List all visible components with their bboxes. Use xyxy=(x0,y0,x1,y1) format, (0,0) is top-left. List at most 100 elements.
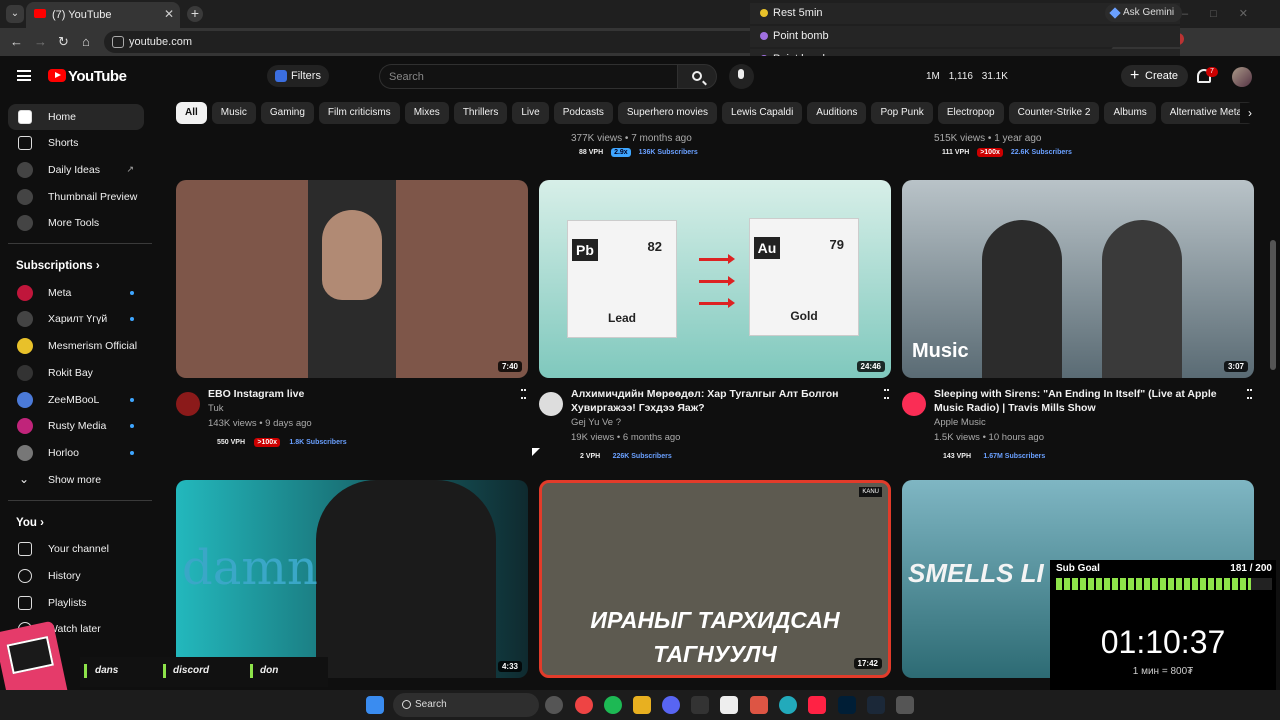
window-controls[interactable]: –□✕ xyxy=(1182,7,1270,20)
sidebar-item-playlists[interactable]: Playlists xyxy=(8,590,144,616)
create-button[interactable]: Create xyxy=(1121,65,1189,87)
sidebar-item-shorts[interactable]: Shorts xyxy=(8,130,144,156)
home-icon[interactable]: ⌂ xyxy=(82,34,90,49)
video-thumbnail[interactable]: KANU ИРАНЫГ ТАРХИДСАН ТАГНУУЛЧ 17:42 xyxy=(539,480,891,678)
sidebar-item-subscription[interactable]: Meta xyxy=(8,280,144,306)
site-info-icon[interactable] xyxy=(112,36,124,48)
windows-start-icon[interactable] xyxy=(366,696,384,714)
more-options-icon[interactable] xyxy=(1247,389,1250,399)
more-options-icon[interactable] xyxy=(521,389,524,399)
obs-icon[interactable] xyxy=(545,696,563,714)
channel-stats: 1M 1,116 31.1K xyxy=(926,71,1014,82)
channel-name[interactable]: Gej Yu Ve ? xyxy=(571,417,621,428)
chip[interactable]: Pop Punk xyxy=(871,102,933,124)
channel-name[interactable]: Tuk xyxy=(208,403,223,414)
taskbar-search[interactable]: Search xyxy=(393,693,539,717)
channel-avatar[interactable] xyxy=(902,392,926,416)
voice-search-button[interactable] xyxy=(729,64,754,89)
chip[interactable]: Live xyxy=(512,102,549,124)
video-thumbnail[interactable]: 7:40 xyxy=(176,180,528,378)
chip[interactable]: Superhero movies xyxy=(617,102,718,124)
chip[interactable]: All xyxy=(176,102,207,124)
chip[interactable]: Film criticisms xyxy=(318,102,400,124)
channel-avatar[interactable] xyxy=(176,392,200,416)
subs-badge: 1.8K Subscribers xyxy=(289,439,347,446)
chevron-right-icon[interactable]: › xyxy=(1240,103,1260,123)
video-thumbnail[interactable]: Pb 82 Lead Au 79 Gold 24:46 xyxy=(539,180,891,378)
sidebar-item-history[interactable]: History xyxy=(8,563,144,589)
video-title[interactable]: EBO Instagram live xyxy=(208,387,508,401)
more-options-icon[interactable] xyxy=(884,389,887,399)
video-title[interactable]: Алхимичдийн Мөрөөдөл: Хар Тугалгыг Алт Б… xyxy=(571,387,871,415)
back-icon[interactable]: ← xyxy=(10,34,23,49)
search-input[interactable]: Search xyxy=(379,64,677,89)
sidebar-item-more-tools[interactable]: More Tools xyxy=(8,210,144,236)
music-icon[interactable] xyxy=(808,696,826,714)
notion-icon[interactable] xyxy=(720,696,738,714)
discord-icon[interactable] xyxy=(662,696,680,714)
video-title[interactable]: Sleeping with Sirens: "An Ending In Itse… xyxy=(934,387,1234,415)
close-tab-icon[interactable]: ✕ xyxy=(164,7,174,21)
chip[interactable]: Gaming xyxy=(260,102,314,124)
sidebar-item-daily-ideas[interactable]: Daily Ideas ↗ xyxy=(8,157,144,183)
video-thumbnail[interactable]: damn 4:33 xyxy=(176,480,528,678)
account-avatar[interactable] xyxy=(1232,67,1252,87)
youtube-wordmark[interactable]: YouTube xyxy=(68,68,127,85)
scrollbar[interactable] xyxy=(1270,240,1276,370)
youtube-favicon-icon xyxy=(34,9,46,18)
channel-avatar[interactable] xyxy=(539,392,563,416)
sidebar-item-subscription[interactable]: ZeeMBooL xyxy=(8,387,144,413)
sidebar-item-subscription[interactable]: Харилт Үгүй xyxy=(8,306,144,332)
app-icon[interactable] xyxy=(750,696,768,714)
sidebar-item-subscription[interactable]: Mesmerism Official xyxy=(8,333,144,359)
sidebar-item-home[interactable]: Home xyxy=(8,104,144,130)
steam-icon[interactable] xyxy=(867,696,885,714)
suggestion-item[interactable]: Point bomb xyxy=(750,26,1180,47)
sidebar-item-subscription[interactable]: Rusty Media xyxy=(8,413,144,439)
video-thumbnail[interactable]: Music 3:07 xyxy=(902,180,1254,378)
chrome-icon[interactable] xyxy=(575,696,593,714)
browser-tab[interactable]: (7) YouTube ✕ xyxy=(26,2,180,28)
search-button[interactable] xyxy=(677,64,717,89)
you-heading[interactable]: You › xyxy=(16,517,44,529)
menu-icon[interactable] xyxy=(17,70,31,81)
channel-name[interactable]: Apple Music xyxy=(934,417,986,428)
sidebar-label: Mesmerism Official xyxy=(48,340,138,352)
show-more-button[interactable]: ⌄ Show more xyxy=(8,467,144,493)
timer-rate: 1 мин = 800₮ xyxy=(1132,666,1194,677)
chip[interactable]: Podcasts xyxy=(553,102,613,124)
chip[interactable]: Auditions xyxy=(807,102,867,124)
chip[interactable]: Mixes xyxy=(404,102,449,124)
photoshop-icon[interactable] xyxy=(838,696,856,714)
create-label: Create xyxy=(1145,70,1179,82)
chip[interactable]: Lewis Capaldi xyxy=(722,102,803,124)
tab-search-button[interactable]: ⌄ xyxy=(6,5,24,23)
app-icon[interactable] xyxy=(779,696,797,714)
sidebar-item-thumbnail-preview[interactable]: Thumbnail Preview xyxy=(8,184,144,210)
ask-gemini-button[interactable]: Ask Gemini xyxy=(1105,4,1183,22)
folder-icon[interactable] xyxy=(633,696,651,714)
chip[interactable]: Electropop xyxy=(937,102,1004,124)
chip[interactable]: Counter-Strike 2 xyxy=(1008,102,1100,124)
tab-title: (7) YouTube xyxy=(52,9,112,21)
duration-badge: 17:42 xyxy=(853,658,882,669)
filters-button[interactable]: Filters xyxy=(267,65,329,87)
video-badges: 143 VPH 1.67M Subscribers xyxy=(940,447,1051,461)
reload-icon[interactable]: ↻ xyxy=(58,34,69,50)
youtube-logo-icon[interactable] xyxy=(48,69,66,82)
subscriptions-heading[interactable]: Subscriptions › xyxy=(16,260,100,272)
sidebar-item-subscription[interactable]: Horloo xyxy=(8,440,144,466)
url-text[interactable]: youtube.com xyxy=(129,36,192,48)
capcut-icon[interactable] xyxy=(691,696,709,714)
new-tab-button[interactable]: + xyxy=(187,6,203,22)
chip[interactable]: Music xyxy=(211,102,256,124)
vph-badge: 143 VPH xyxy=(943,453,972,460)
chip[interactable]: Thrillers xyxy=(453,102,508,124)
chip[interactable]: Albums xyxy=(1104,102,1156,124)
sidebar-item-your-channel[interactable]: Your channel xyxy=(8,536,144,562)
channel-avatar xyxy=(17,365,33,381)
app-icon[interactable] xyxy=(896,696,914,714)
sidebar-item-subscription[interactable]: Rokit Bay xyxy=(8,360,144,386)
spotify-icon[interactable] xyxy=(604,696,622,714)
forward-icon[interactable]: → xyxy=(34,34,47,49)
